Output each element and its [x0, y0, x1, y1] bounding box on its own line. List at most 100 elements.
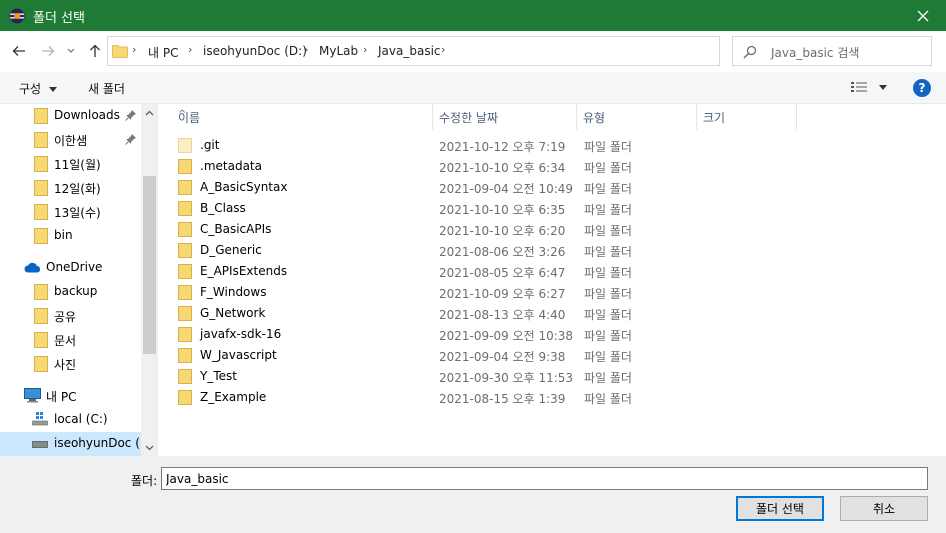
pin-icon: [125, 134, 136, 145]
sidebar-item-onedrive[interactable]: OneDrive: [0, 256, 141, 280]
file-type: 파일 폴더: [584, 182, 632, 196]
file-date: 2021-10-10 오후 6:20: [439, 224, 566, 238]
table-row[interactable]: javafx-sdk-16 2021-09-09 오전 10:38 파일 폴더: [178, 324, 658, 345]
sidebar-item-downloads[interactable]: Downloads: [0, 104, 141, 128]
sidebar-item-12-tue[interactable]: 12일(화): [0, 176, 141, 200]
search-icon: [743, 45, 757, 59]
caret-down-icon: [48, 87, 57, 92]
new-folder-button[interactable]: 새 폴더: [88, 80, 125, 97]
sidebar-item-label: 11일(월): [54, 158, 101, 172]
breadcrumb-item[interactable]: iseohyunDoc (D:): [203, 44, 307, 58]
folder-icon: [178, 390, 192, 405]
dialog-footer: 폴더: 폴더 선택 취소: [0, 456, 946, 533]
file-name: F_Windows: [200, 285, 267, 299]
column-header-name[interactable]: 이름 ^: [172, 104, 433, 130]
sidebar-item-backup[interactable]: backup: [0, 280, 141, 304]
cloud-icon: [24, 262, 41, 273]
table-row[interactable]: Z_Example 2021-08-15 오후 1:39 파일 폴더: [178, 387, 658, 408]
sidebar-item-label: 공유: [54, 310, 77, 324]
recent-locations-button[interactable]: [63, 40, 79, 62]
file-name: .git: [200, 138, 220, 152]
folder-icon: [178, 159, 192, 174]
column-header-date[interactable]: 수정한 날짜: [433, 104, 577, 130]
table-row[interactable]: C_BasicAPIs 2021-10-10 오후 6:20 파일 폴더: [178, 219, 658, 240]
sidebar-item-pictures[interactable]: 사진: [0, 352, 141, 376]
scrollbar-thumb[interactable]: [143, 176, 156, 354]
file-type: 파일 폴더: [584, 371, 632, 385]
search-box[interactable]: Java_basic 검색: [732, 36, 932, 66]
sidebar-item-shared[interactable]: 공유: [0, 304, 141, 328]
file-list: 이름 ^ 수정한 날짜 유형 크기 .git 2021-10-12 오후 7:1…: [158, 104, 946, 456]
table-row[interactable]: Y_Test 2021-09-30 오후 11:53 파일 폴더: [178, 366, 658, 387]
folder-icon: [178, 201, 192, 216]
command-toolbar: 구성 새 폴더: [0, 72, 946, 104]
folder-name-input[interactable]: [161, 467, 928, 490]
table-row[interactable]: .metadata 2021-10-10 오후 6:34 파일 폴더: [178, 156, 658, 177]
file-type: 파일 폴더: [584, 224, 632, 238]
scroll-up-icon[interactable]: [145, 110, 154, 116]
sidebar-item-label: 12일(화): [54, 182, 101, 196]
cancel-button[interactable]: 취소: [840, 496, 928, 521]
folder-icon: [34, 204, 48, 220]
up-button[interactable]: [84, 40, 106, 62]
file-type: 파일 폴더: [584, 308, 632, 322]
file-date: 2021-10-09 오후 6:27: [439, 287, 566, 301]
forward-button[interactable]: [37, 40, 59, 62]
sidebar-item-11-mon[interactable]: 11일(월): [0, 152, 141, 176]
table-row[interactable]: .git 2021-10-12 오후 7:19 파일 폴더: [178, 135, 658, 156]
sidebar-item-label: 문서: [54, 334, 77, 348]
sidebar-item-documents[interactable]: 문서: [0, 328, 141, 352]
address-bar[interactable]: › 내 PC › iseohyunDoc (D:) › MyLab › Java…: [107, 36, 818, 66]
chevron-right-icon: ›: [188, 43, 193, 56]
select-folder-button[interactable]: 폴더 선택: [736, 496, 824, 521]
file-date: 2021-08-05 오후 6:47: [439, 266, 566, 280]
column-header-size[interactable]: 크기: [697, 104, 797, 130]
table-row[interactable]: E_APIsExtends 2021-08-05 오후 6:47 파일 폴더: [178, 261, 658, 282]
arrow-right-icon: [42, 46, 55, 56]
table-row[interactable]: G_Network 2021-08-13 오후 4:40 파일 폴더: [178, 303, 658, 324]
sidebar-item-bin[interactable]: bin: [0, 224, 141, 248]
chevron-right-icon: ›: [304, 43, 309, 56]
view-options-button[interactable]: [851, 81, 887, 96]
sidebar-item-13-wed[interactable]: 13일(수): [0, 200, 141, 224]
sidebar-item-this-pc[interactable]: 내 PC: [0, 384, 141, 408]
table-row[interactable]: A_BasicSyntax 2021-09-04 오전 10:49 파일 폴더: [178, 177, 658, 198]
sidebar-item-local-c[interactable]: local (C:): [0, 408, 141, 432]
close-button[interactable]: [900, 0, 946, 31]
folder-icon: [112, 45, 128, 58]
file-date: 2021-08-15 오후 1:39: [439, 392, 566, 406]
file-date: 2021-09-04 오전 10:49: [439, 182, 574, 196]
sidebar-item-label: local (C:): [54, 412, 108, 426]
sidebar-item-lee-hansaem[interactable]: 이한샘: [0, 128, 141, 152]
file-name: D_Generic: [200, 243, 262, 257]
file-type: 파일 폴더: [584, 329, 632, 343]
breadcrumb-item[interactable]: 내 PC: [148, 44, 178, 61]
folder-icon: [178, 285, 192, 300]
folder-icon: [34, 356, 48, 372]
organize-menu[interactable]: 구성: [19, 80, 57, 97]
file-type: 파일 폴더: [584, 266, 632, 280]
help-button[interactable]: ?: [913, 79, 931, 97]
breadcrumb-item[interactable]: MyLab: [319, 44, 358, 58]
sidebar-item-label: Downloads: [54, 108, 120, 122]
breadcrumb-item[interactable]: Java_basic: [378, 44, 441, 58]
table-row[interactable]: B_Class 2021-10-10 오후 6:35 파일 폴더: [178, 198, 658, 219]
sidebar-item-label: iseohyunDoc (D: [54, 436, 150, 450]
navigation-pane: Downloads 이한샘 11일(월) 12일(화) 13일(수) bin O…: [0, 104, 158, 456]
file-type: 파일 폴더: [584, 140, 632, 154]
file-name: .metadata: [200, 159, 262, 173]
column-header-label: 크기: [703, 111, 726, 125]
windows-drive-icon: [32, 412, 48, 426]
sidebar-item-iseohyundoc-d[interactable]: iseohyunDoc (D: [0, 432, 149, 456]
sidebar-scrollbar[interactable]: [141, 104, 158, 456]
chevron-right-icon: ›: [441, 43, 446, 56]
back-button[interactable]: [8, 40, 30, 62]
table-row[interactable]: D_Generic 2021-08-06 오전 3:26 파일 폴더: [178, 240, 658, 261]
column-header-type[interactable]: 유형: [577, 104, 697, 130]
organize-label: 구성: [19, 82, 42, 96]
table-row[interactable]: F_Windows 2021-10-09 오후 6:27 파일 폴더: [178, 282, 658, 303]
scroll-down-icon[interactable]: [145, 445, 154, 451]
folder-label: 폴더:: [131, 474, 158, 488]
table-row[interactable]: W_Javascript 2021-09-04 오전 9:38 파일 폴더: [178, 345, 658, 366]
folder-icon: [178, 264, 192, 279]
